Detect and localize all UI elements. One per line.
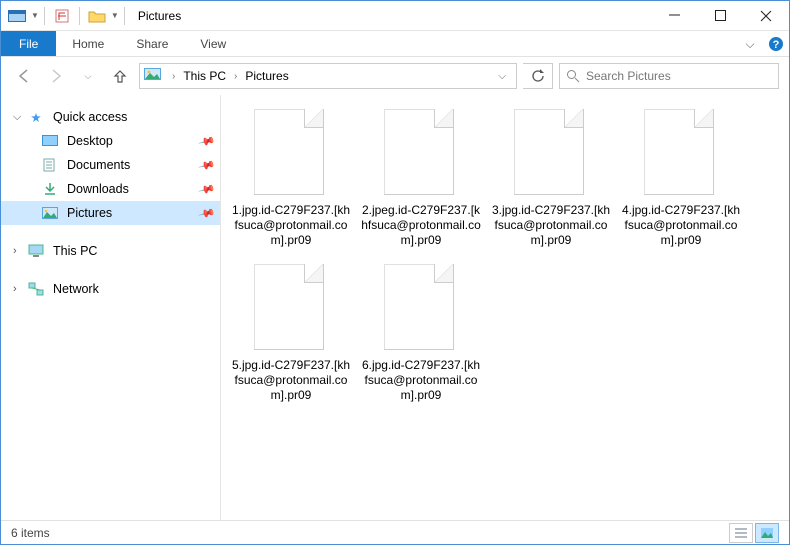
- window-title: Pictures: [138, 9, 181, 23]
- documents-icon: [41, 157, 59, 173]
- app-icon[interactable]: [5, 5, 29, 27]
- sidebar-item-documents[interactable]: Documents 📌: [1, 153, 220, 177]
- sidebar-label: This PC: [53, 244, 97, 258]
- file-name: 4.jpg.id-C279F237.[khfsuca@protonmail.co…: [621, 203, 741, 248]
- ribbon-expand-icon[interactable]: ⌵: [737, 31, 763, 57]
- properties-icon[interactable]: [50, 5, 74, 27]
- star-icon: ★: [27, 109, 45, 125]
- file-item[interactable]: 5.jpg.id-C279F237.[khfsuca@protonmail.co…: [231, 264, 351, 403]
- svg-text:?: ?: [773, 39, 780, 51]
- close-button[interactable]: [743, 1, 789, 31]
- quick-access-toolbar: ▼ ▼: [1, 1, 128, 30]
- sidebar-item-label: Downloads: [67, 182, 129, 196]
- sidebar-quick-access[interactable]: ⌵ ★ Quick access: [1, 105, 220, 129]
- downloads-icon: [41, 181, 59, 197]
- item-count: 6 items: [11, 526, 50, 540]
- navigation-pane: ⌵ ★ Quick access Desktop 📌 Documents 📌 D…: [1, 95, 221, 521]
- tab-share[interactable]: Share: [120, 31, 184, 56]
- pin-icon: 📌: [198, 180, 216, 198]
- chevron-right-icon: ›: [13, 245, 27, 257]
- sidebar-label: Quick access: [53, 110, 127, 124]
- file-thumb: [384, 264, 458, 354]
- file-grid: 1.jpg.id-C279F237.[khfsuca@protonmail.co…: [231, 109, 779, 403]
- address-dropdown-icon[interactable]: ⌵: [492, 71, 512, 82]
- search-placeholder: Search Pictures: [586, 69, 671, 83]
- file-item[interactable]: 2.jpeg.id-C279F237.[khfsuca@protonmail.c…: [361, 109, 481, 248]
- file-thumb: [384, 109, 458, 199]
- pin-icon: 📌: [198, 132, 216, 150]
- file-thumb: [254, 264, 328, 354]
- computer-icon: [27, 243, 45, 259]
- statusbar: 6 items: [1, 520, 789, 544]
- tab-view[interactable]: View: [184, 31, 242, 56]
- file-thumb: [514, 109, 588, 199]
- file-item[interactable]: 3.jpg.id-C279F237.[khfsuca@protonmail.co…: [491, 109, 611, 248]
- minimize-button[interactable]: [651, 1, 697, 31]
- sidebar-item-label: Documents: [67, 158, 130, 172]
- up-button[interactable]: [107, 63, 133, 89]
- refresh-button[interactable]: [523, 63, 553, 89]
- file-name: 2.jpeg.id-C279F237.[khfsuca@protonmail.c…: [361, 203, 481, 248]
- chevron-right-icon: ›: [13, 283, 27, 295]
- search-input[interactable]: Search Pictures: [559, 63, 779, 89]
- pictures-icon: [144, 67, 162, 85]
- file-item[interactable]: 1.jpg.id-C279F237.[khfsuca@protonmail.co…: [231, 109, 351, 248]
- main-area: ⌵ ★ Quick access Desktop 📌 Documents 📌 D…: [1, 95, 789, 521]
- forward-button[interactable]: [43, 63, 69, 89]
- file-name: 6.jpg.id-C279F237.[khfsuca@protonmail.co…: [361, 358, 481, 403]
- window-controls: [651, 1, 789, 31]
- file-item[interactable]: 4.jpg.id-C279F237.[khfsuca@protonmail.co…: [621, 109, 741, 248]
- chevron-right-icon[interactable]: ›: [172, 71, 175, 82]
- file-pane[interactable]: 1.jpg.id-C279F237.[khfsuca@protonmail.co…: [221, 95, 789, 521]
- details-view-button[interactable]: [729, 523, 753, 543]
- search-icon: [566, 69, 580, 83]
- tab-home[interactable]: Home: [56, 31, 120, 56]
- folder-icon[interactable]: [85, 5, 109, 27]
- pin-icon: 📌: [198, 204, 216, 222]
- file-name: 1.jpg.id-C279F237.[khfsuca@protonmail.co…: [231, 203, 351, 248]
- desktop-icon: [41, 133, 59, 149]
- file-tab[interactable]: File: [1, 31, 56, 56]
- sidebar-network[interactable]: › Network: [1, 277, 220, 301]
- file-name: 5.jpg.id-C279F237.[khfsuca@protonmail.co…: [231, 358, 351, 403]
- breadcrumb-pictures[interactable]: Pictures: [241, 69, 292, 83]
- sidebar-item-downloads[interactable]: Downloads 📌: [1, 177, 220, 201]
- chevron-right-icon[interactable]: ›: [234, 71, 237, 82]
- chevron-down-icon: ⌵: [13, 111, 27, 124]
- sidebar-item-pictures[interactable]: Pictures 📌: [1, 201, 220, 225]
- ribbon: File Home Share View ⌵ ?: [1, 31, 789, 57]
- back-button[interactable]: [11, 63, 37, 89]
- sidebar-label: Network: [53, 282, 99, 296]
- file-thumb: [254, 109, 328, 199]
- sidebar-item-label: Desktop: [67, 134, 113, 148]
- icons-view-button[interactable]: [755, 523, 779, 543]
- sidebar-this-pc[interactable]: › This PC: [1, 239, 220, 263]
- sidebar-item-desktop[interactable]: Desktop 📌: [1, 129, 220, 153]
- titlebar: ▼ ▼ Pictures: [1, 1, 789, 31]
- network-icon: [27, 281, 45, 297]
- maximize-button[interactable]: [697, 1, 743, 31]
- address-bar[interactable]: › This PC › Pictures ⌵: [139, 63, 517, 89]
- file-name: 3.jpg.id-C279F237.[khfsuca@protonmail.co…: [491, 203, 611, 248]
- pictures-icon: [41, 205, 59, 221]
- sidebar-item-label: Pictures: [67, 206, 112, 220]
- breadcrumb-this-pc[interactable]: This PC: [179, 69, 230, 83]
- address-row: ⌵ › This PC › Pictures ⌵ Search Pictures: [1, 57, 789, 95]
- file-thumb: [644, 109, 718, 199]
- file-item[interactable]: 6.jpg.id-C279F237.[khfsuca@protonmail.co…: [361, 264, 481, 403]
- help-icon[interactable]: ?: [763, 31, 789, 56]
- recent-dropdown-icon[interactable]: ⌵: [75, 63, 101, 89]
- pin-icon: 📌: [198, 156, 216, 174]
